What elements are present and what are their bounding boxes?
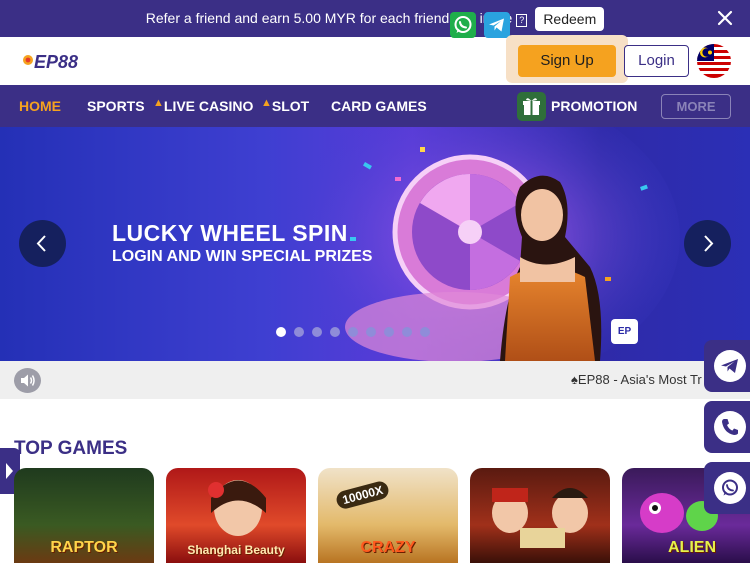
pagination-dot[interactable] <box>420 327 430 337</box>
gift-icon[interactable] <box>517 92 546 121</box>
redeem-button[interactable]: Redeem <box>535 6 605 31</box>
ep-badge: EP <box>611 319 638 344</box>
nav-home-label: HOME <box>19 98 61 114</box>
close-icon[interactable] <box>716 9 734 27</box>
banner-subline: LOGIN AND WIN SPECIAL PRIZES <box>112 248 373 265</box>
signup-button[interactable]: Sign Up <box>518 45 616 77</box>
ep88-logo[interactable]: EP88 <box>22 49 108 75</box>
pagination-dot[interactable] <box>384 327 394 337</box>
game-card-crazy[interactable]: 10000X CRAZY <box>318 468 458 563</box>
nav-promotion[interactable]: PROMOTION <box>551 85 637 127</box>
side-telegram-button[interactable] <box>704 340 750 392</box>
pagination-dot[interactable] <box>312 327 322 337</box>
fire-icon: ▲ <box>153 97 164 109</box>
chevron-left-icon <box>36 235 46 252</box>
whatsapp-button[interactable] <box>450 12 476 38</box>
nav-card-games-label: CARD GAMES <box>331 98 427 114</box>
game-card-raptor[interactable]: RAPTOR <box>14 468 154 563</box>
chevron-right-icon <box>704 235 714 252</box>
nav-slot[interactable]: ▲SLOT <box>261 85 309 127</box>
nav-sports[interactable]: SPORTS <box>87 85 145 127</box>
main-nav: HOME SPORTS ▲LIVE CASINO ▲SLOT CARD GAME… <box>0 85 750 127</box>
game-artwork <box>492 488 588 548</box>
login-button[interactable]: Login <box>624 45 689 77</box>
whatsapp-icon <box>454 16 472 33</box>
malaysia-flag-icon[interactable] <box>697 44 731 78</box>
whatsapp-icon <box>714 472 746 504</box>
pagination-dot[interactable] <box>330 327 340 337</box>
page: Refer a friend and earn 5.00 MYR for eac… <box>0 0 750 563</box>
promo-banner[interactable]: LUCKY WHEEL SPIN LOGIN AND WIN SPECIAL P… <box>0 127 750 361</box>
game-title: ALIEN <box>668 539 716 556</box>
side-phone-button[interactable] <box>704 401 750 453</box>
game-title: RAPTOR <box>50 539 118 556</box>
side-whatsapp-button[interactable] <box>704 462 750 514</box>
pagination-dot[interactable] <box>348 327 358 337</box>
pagination-dot[interactable] <box>402 327 412 337</box>
nav-home[interactable]: HOME <box>19 85 61 127</box>
pagination-dot[interactable] <box>276 327 286 337</box>
nav-slot-label: SLOT <box>271 98 310 114</box>
banner-next-button[interactable] <box>684 220 731 267</box>
game-title: CRAZY <box>360 539 416 556</box>
pagination-dot[interactable] <box>294 327 304 337</box>
telegram-icon <box>714 350 746 382</box>
banner-prev-button[interactable] <box>19 220 66 267</box>
nav-card-games[interactable]: CARD GAMES <box>331 85 427 127</box>
announcement-bar: ♠EP88 - Asia's Most Tr <box>0 361 750 399</box>
pagination-dot[interactable] <box>366 327 376 337</box>
game-card-fortune[interactable] <box>470 468 610 563</box>
more-button[interactable]: MORE <box>661 94 731 119</box>
game-subtitle: 10000X <box>334 479 391 511</box>
banner-pagination <box>276 327 438 339</box>
telegram-button[interactable] <box>484 12 510 38</box>
nav-promotion-label: PROMOTION <box>551 98 638 114</box>
nav-live-casino[interactable]: ▲LIVE CASINO <box>153 85 253 127</box>
nav-sports-label: SPORTS <box>87 98 145 114</box>
banner-headline: LUCKY WHEEL SPIN <box>112 220 348 246</box>
announcement-text: ♠EP88 - Asia's Most Tr <box>571 372 702 387</box>
game-title: Shanghai Beauty <box>187 543 285 557</box>
help-icon[interactable]: ? <box>516 14 528 27</box>
top-games-title: TOP GAMES <box>14 438 128 459</box>
speaker-icon[interactable] <box>14 368 41 393</box>
game-card-shanghai-beauty[interactable]: Shanghai Beauty <box>166 468 306 563</box>
nav-live-casino-label: LIVE CASINO <box>163 98 254 114</box>
telegram-icon <box>489 18 504 32</box>
logo-text: EP88 <box>34 52 78 72</box>
referral-bar: Refer a friend and earn 5.00 MYR for eac… <box>0 0 750 37</box>
fire-icon: ▲ <box>261 97 272 109</box>
phone-icon <box>714 411 746 443</box>
